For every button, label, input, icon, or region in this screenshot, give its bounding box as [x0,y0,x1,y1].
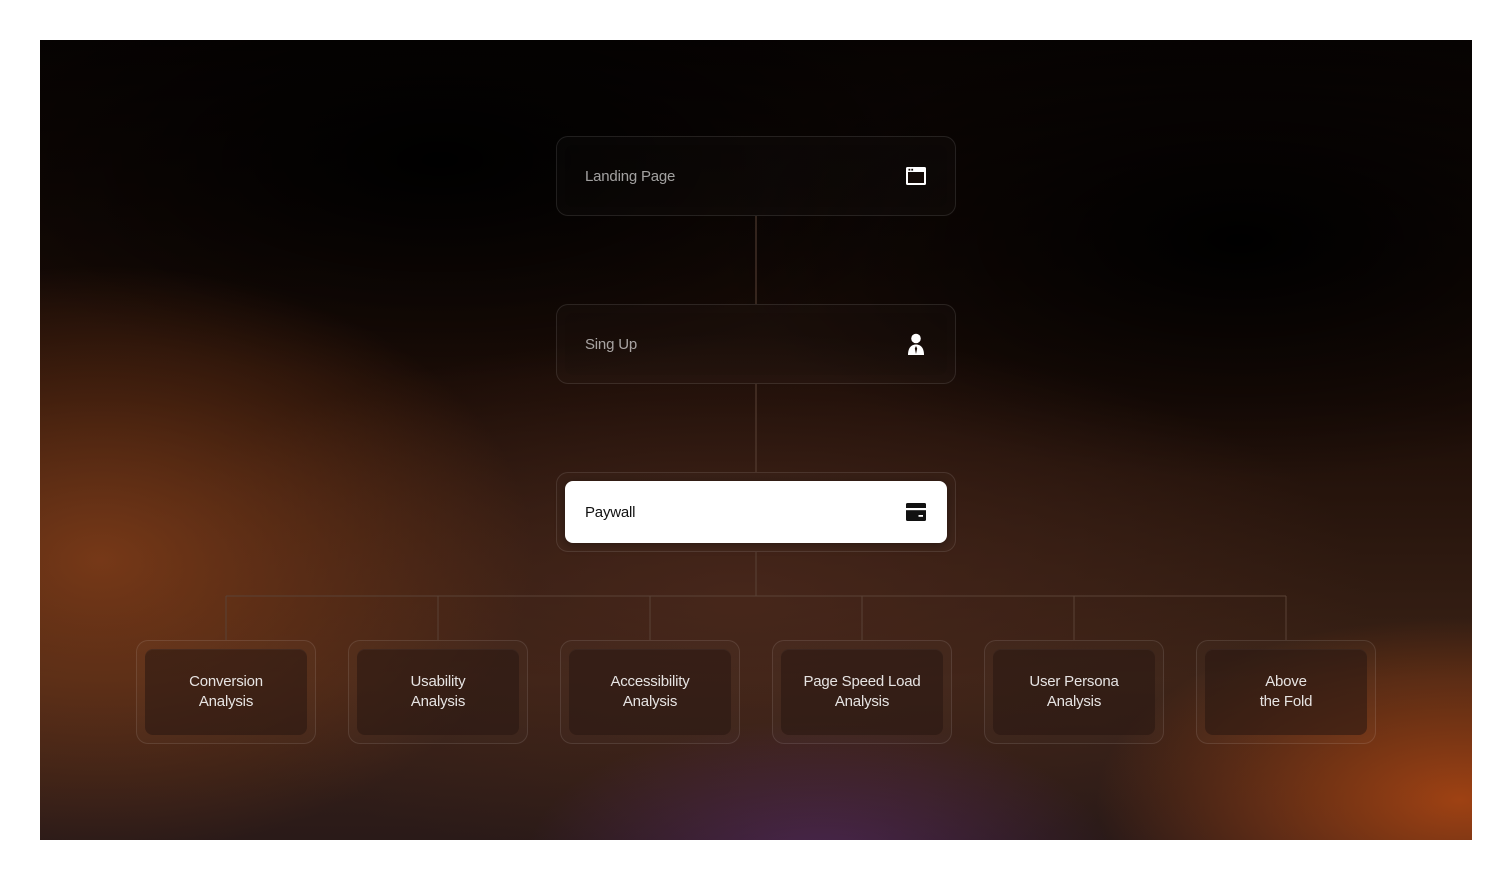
node-sign-up[interactable]: Sing Up [556,304,956,384]
branch-user-persona-analysis-label: User Persona Analysis [1029,673,1119,710]
node-paywall-inner: Paywall [565,481,947,543]
user-icon [905,333,927,355]
diagram-canvas: Landing Page Sing Up Paywall Conversion … [40,40,1472,840]
branch-above-the-fold[interactable]: Above the Fold [1196,640,1376,744]
node-sign-up-label: Sing Up [585,335,637,353]
branch-page-speed-load-analysis[interactable]: Page Speed Load Analysis [772,640,952,744]
branch-page-speed-load-analysis-inner: Page Speed Load Analysis [781,649,943,735]
branch-usability-analysis-inner: Usability Analysis [357,649,519,735]
node-landing-page-inner: Landing Page [565,145,947,207]
branch-conversion-analysis-inner: Conversion Analysis [145,649,307,735]
browser-window-icon [905,165,927,187]
node-sign-up-inner: Sing Up [565,313,947,375]
branch-conversion-analysis[interactable]: Conversion Analysis [136,640,316,744]
branch-above-the-fold-label: Above the Fold [1259,673,1313,710]
branch-user-persona-analysis-inner: User Persona Analysis [993,649,1155,735]
branch-accessibility-analysis-label: Accessibility Analysis [610,673,690,710]
node-landing-page[interactable]: Landing Page [556,136,956,216]
branch-accessibility-analysis-inner: Accessibility Analysis [569,649,731,735]
branch-accessibility-analysis[interactable]: Accessibility Analysis [560,640,740,744]
node-paywall-label: Paywall [585,503,636,521]
node-paywall[interactable]: Paywall [556,472,956,552]
branch-page-speed-load-analysis-label: Page Speed Load Analysis [803,673,921,710]
branch-conversion-analysis-label: Conversion Analysis [189,673,263,710]
branch-usability-analysis[interactable]: Usability Analysis [348,640,528,744]
branch-user-persona-analysis[interactable]: User Persona Analysis [984,640,1164,744]
branch-usability-analysis-label: Usability Analysis [410,673,466,710]
branch-above-the-fold-inner: Above the Fold [1205,649,1367,735]
credit-card-icon [905,501,927,523]
node-landing-page-label: Landing Page [585,167,676,185]
